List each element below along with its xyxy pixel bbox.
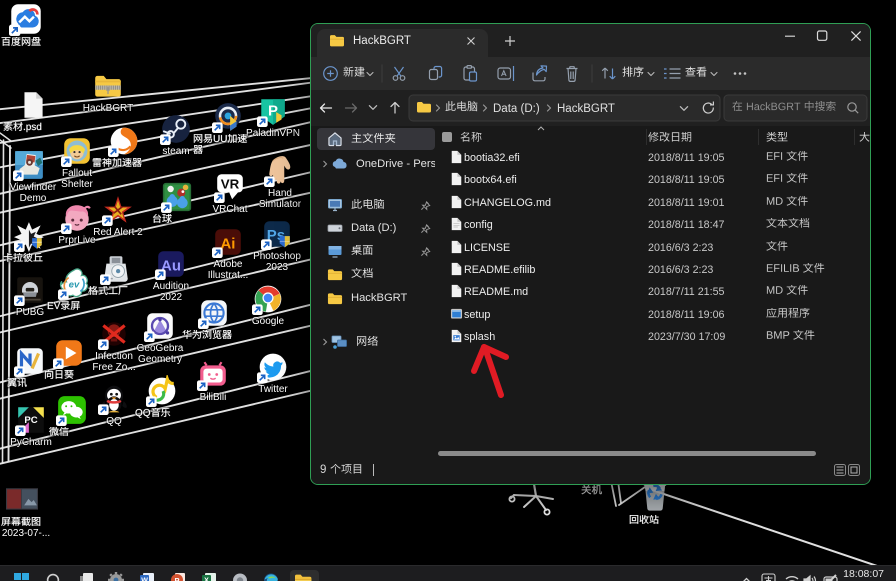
- svg-text:ev: ev: [69, 280, 80, 291]
- svg-text:Data (D:): Data (D:): [493, 103, 540, 115]
- svg-text:X: X: [204, 578, 209, 581]
- svg-text:W: W: [141, 578, 148, 581]
- svg-text:VR: VR: [221, 177, 240, 192]
- svg-text:Ai: Ai: [221, 235, 236, 252]
- svg-text:PC: PC: [24, 415, 37, 426]
- svg-text:P: P: [174, 576, 179, 581]
- svg-text:HackBGRT: HackBGRT: [557, 103, 615, 115]
